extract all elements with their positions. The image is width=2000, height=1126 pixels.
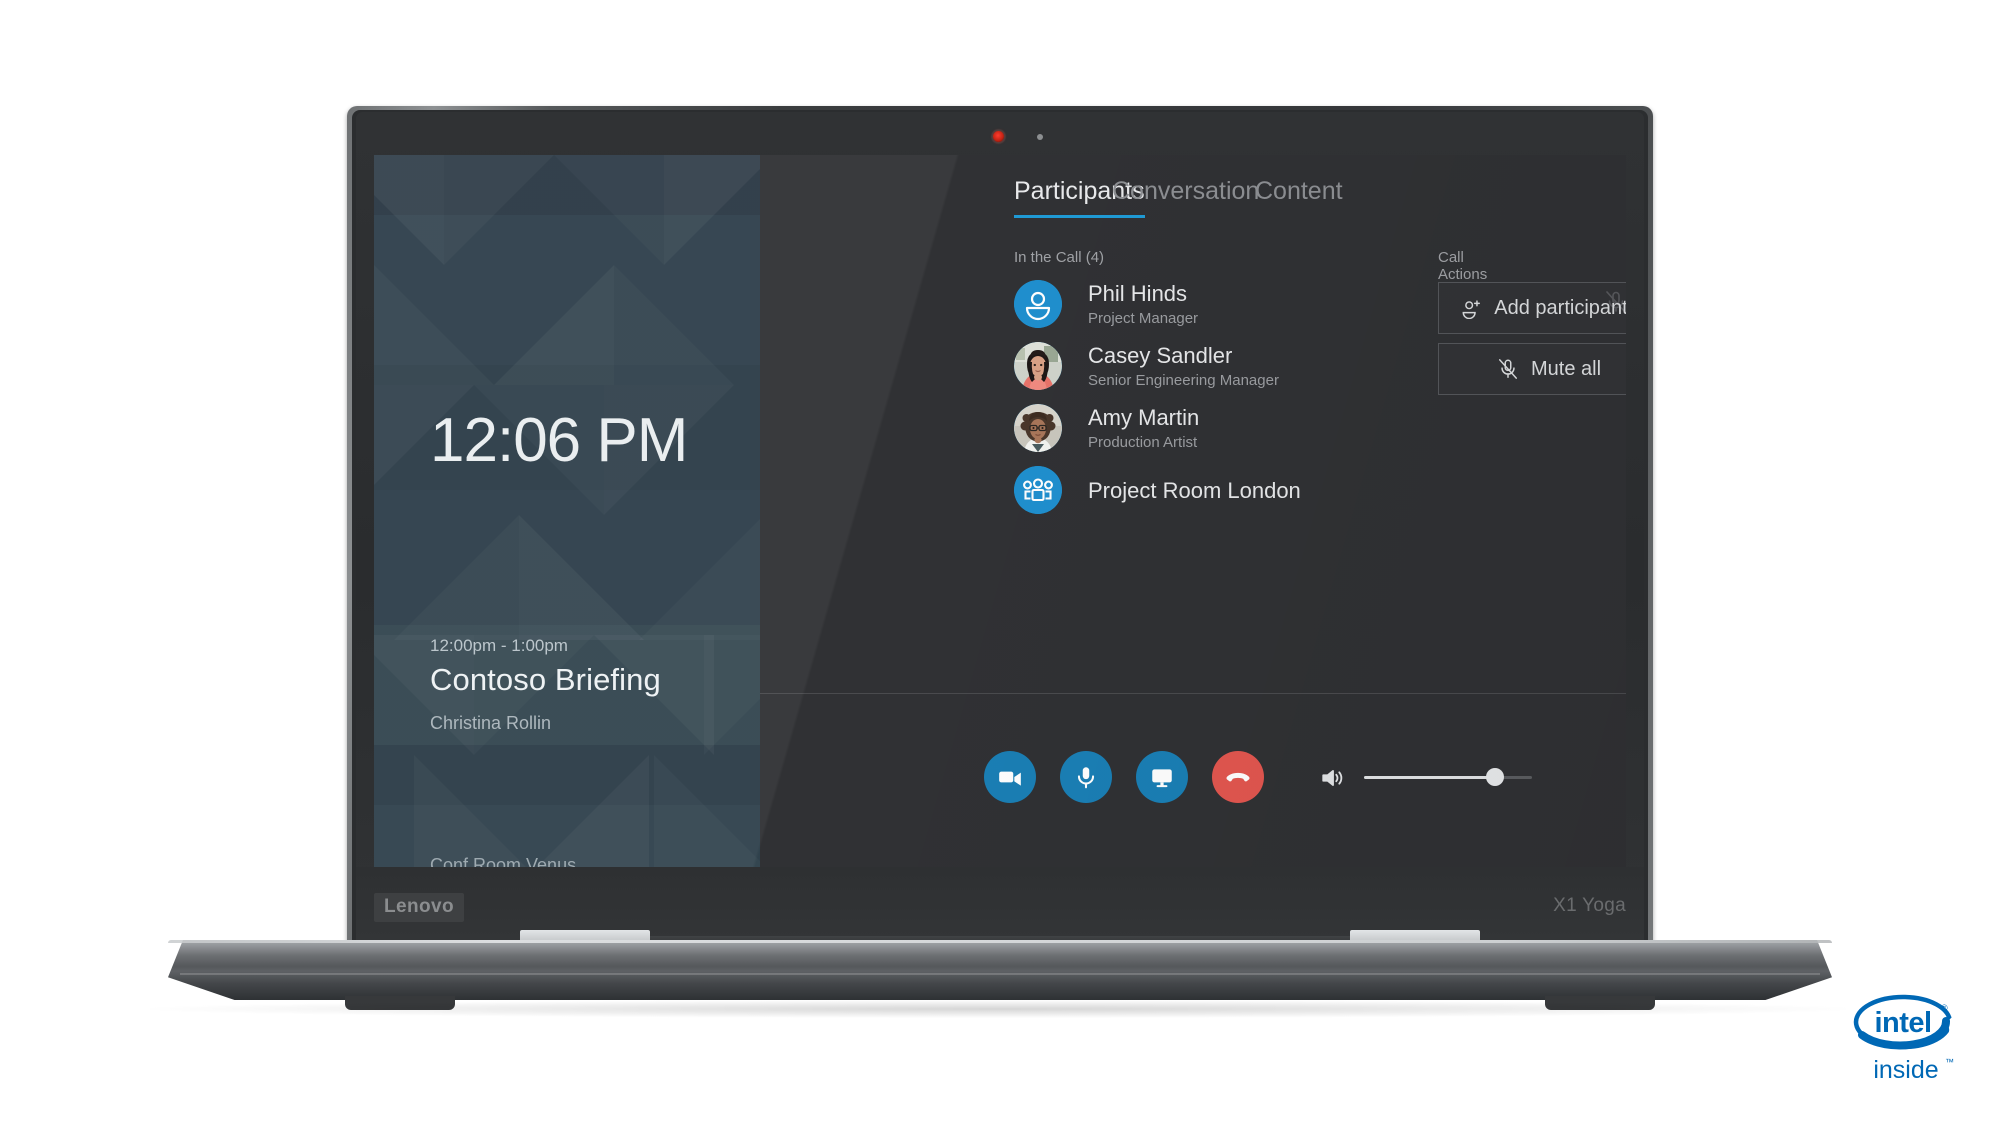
avatar xyxy=(1014,342,1062,390)
mute-all-button[interactable]: Mute all xyxy=(1438,343,1626,395)
video-button[interactable] xyxy=(984,751,1036,803)
sidebar-triangle xyxy=(414,755,529,867)
laptop-shadow xyxy=(150,1000,1850,1018)
inside-word: inside xyxy=(1873,1056,1938,1084)
intel-inside-badge: intel ® inside ™ xyxy=(1846,989,1974,1093)
clock-time: 12:06 PM xyxy=(430,406,688,475)
video-camera-icon xyxy=(997,764,1023,790)
meeting-sidebar: 12:06 PM 12:00pm - 1:00pm Contoso Briefi… xyxy=(374,155,760,867)
call-actions-label: Call Actions xyxy=(1438,249,1488,283)
sidebar-triangle xyxy=(494,265,614,385)
meeting-title: Contoso Briefing xyxy=(430,662,661,697)
participant-name: Phil Hinds xyxy=(1088,281,1188,306)
add-participants-button[interactable]: Add participants xyxy=(1438,282,1626,334)
call-controls-bar xyxy=(760,715,1626,835)
sidebar-triangle xyxy=(374,265,494,385)
tab-content[interactable]: Content xyxy=(1255,177,1343,215)
volume-fill xyxy=(1364,776,1496,779)
sidebar-triangle xyxy=(554,155,664,265)
sidebar-triangle xyxy=(374,155,444,265)
lenovo-logo: Lenovo xyxy=(374,893,464,922)
model-name-label: X1 Yoga xyxy=(1553,895,1626,916)
intel-inside-logo: intel ® inside ™ xyxy=(1853,994,1961,1084)
participant-role: Senior Engineering Manager xyxy=(1088,372,1279,389)
share-screen-button[interactable] xyxy=(1136,751,1188,803)
sidebar-triangle xyxy=(444,155,554,265)
laptop-base xyxy=(168,940,1832,1000)
monitor-icon xyxy=(1149,764,1175,790)
avatar xyxy=(1014,404,1062,452)
meeting-organizer: Christina Rollin xyxy=(430,713,552,733)
meeting-time-range: 12:00pm - 1:00pm xyxy=(430,636,568,655)
registered-mark: ® xyxy=(1941,1003,1948,1013)
sidebar-triangle xyxy=(394,515,519,640)
sidebar-triangle xyxy=(614,265,734,385)
speaker-volume-icon xyxy=(1320,765,1346,791)
sidebar-triangle xyxy=(639,515,760,640)
laptop-base-highlight xyxy=(180,973,1820,975)
person-icon xyxy=(1014,280,1062,328)
laptop-device: 12:06 PM 12:00pm - 1:00pm Contoso Briefi… xyxy=(0,0,2000,1126)
call-panel: Participants Conversation Content In the C… xyxy=(760,155,1626,867)
sidebar-triangle xyxy=(704,635,760,755)
microphone-icon xyxy=(1073,764,1099,790)
participant-row[interactable]: Amy Martin Production Artist xyxy=(1014,404,1626,466)
svg-text:intel: intel xyxy=(1874,1007,1931,1039)
sidebar-triangle xyxy=(654,755,760,867)
tm-mark: ™ xyxy=(1945,1057,1954,1067)
participant-name: Amy Martin xyxy=(1088,405,1200,430)
participant-role: Production Artist xyxy=(1088,434,1198,451)
mic-muted-icon xyxy=(1497,358,1519,380)
group-icon xyxy=(1014,466,1062,514)
in-the-call-label: In the Call (4) xyxy=(1014,249,1105,266)
conference-room-name: Conf Room Venus xyxy=(430,855,577,867)
participant-name: Casey Sandler xyxy=(1088,343,1233,368)
tab-conversation[interactable]: Conversation xyxy=(1112,177,1259,215)
screen-display: 12:06 PM 12:00pm - 1:00pm Contoso Briefi… xyxy=(374,155,1626,867)
button-label: Add participants xyxy=(1494,296,1626,319)
sidebar-triangle xyxy=(519,515,644,640)
camera-active-dot-icon xyxy=(993,131,1004,142)
laptop-base-top-edge xyxy=(168,940,1832,943)
sidebar-triangle xyxy=(664,155,760,265)
participant-name: Project Room London xyxy=(1088,478,1301,503)
sidebar-triangle xyxy=(534,755,649,867)
participant-role: Project Manager xyxy=(1088,310,1199,327)
participant-row[interactable]: Project Room London xyxy=(1014,466,1626,528)
phone-hangup-icon xyxy=(1224,763,1252,791)
volume-slider-handle[interactable] xyxy=(1486,768,1505,786)
hang-up-button[interactable] xyxy=(1212,751,1264,803)
add-person-icon xyxy=(1460,297,1482,319)
microphone-button[interactable] xyxy=(1060,751,1112,803)
ir-sensor-dot-icon xyxy=(1037,134,1043,140)
button-label: Mute all xyxy=(1530,357,1602,380)
volume-control[interactable] xyxy=(1320,751,1580,803)
panel-divider xyxy=(760,693,1626,694)
